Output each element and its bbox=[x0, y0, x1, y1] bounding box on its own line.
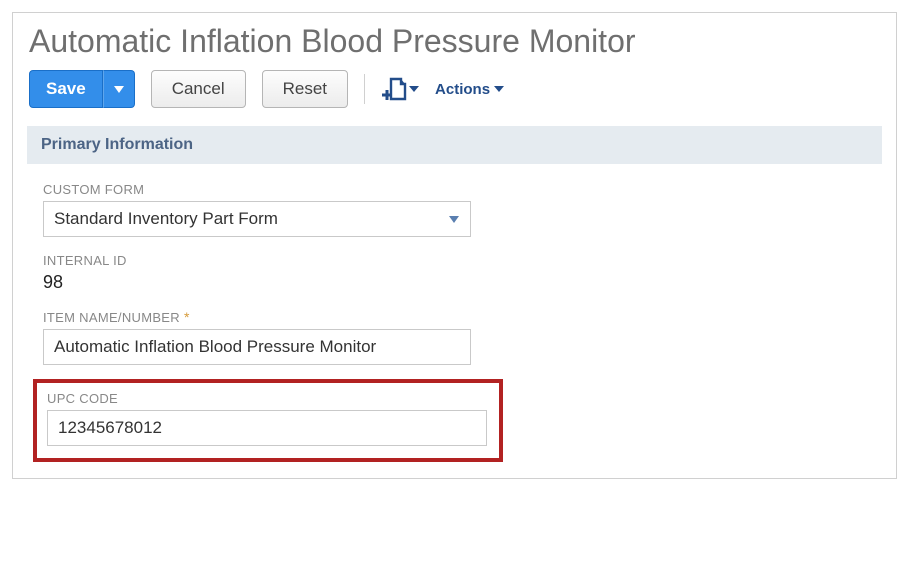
item-name-label: ITEM NAME/NUMBER * bbox=[43, 309, 880, 325]
section-heading-primary-info: Primary Information bbox=[27, 126, 882, 164]
internal-id-label: INTERNAL ID bbox=[43, 253, 880, 268]
custom-form-select[interactable]: Standard Inventory Part Form bbox=[43, 201, 471, 237]
toolbar-divider bbox=[364, 74, 365, 104]
triangle-down-icon bbox=[409, 85, 419, 93]
actions-label: Actions bbox=[435, 81, 490, 98]
cancel-button[interactable]: Cancel bbox=[151, 70, 246, 108]
record-form-container: Automatic Inflation Blood Pressure Monit… bbox=[12, 12, 897, 479]
field-internal-id: INTERNAL ID 98 bbox=[43, 253, 880, 293]
item-name-label-text: ITEM NAME/NUMBER bbox=[43, 310, 180, 325]
actions-menu[interactable]: Actions bbox=[435, 81, 504, 98]
form-body: CUSTOM FORM Standard Inventory Part Form… bbox=[29, 182, 880, 462]
custom-form-label: CUSTOM FORM bbox=[43, 182, 880, 197]
internal-id-value: 98 bbox=[43, 272, 880, 293]
item-name-input[interactable] bbox=[43, 329, 471, 365]
upc-code-highlight: UPC CODE bbox=[33, 379, 503, 462]
save-dropdown-button[interactable] bbox=[103, 70, 135, 108]
upc-code-input[interactable] bbox=[47, 410, 487, 446]
save-button[interactable]: Save bbox=[29, 70, 103, 108]
new-document-plus-icon bbox=[381, 76, 407, 102]
field-custom-form: CUSTOM FORM Standard Inventory Part Form bbox=[43, 182, 880, 237]
triangle-down-icon bbox=[494, 85, 504, 93]
new-record-button[interactable] bbox=[381, 76, 419, 102]
page-title: Automatic Inflation Blood Pressure Monit… bbox=[29, 23, 880, 60]
upc-code-label: UPC CODE bbox=[47, 391, 489, 406]
required-asterisk-icon: * bbox=[184, 309, 190, 325]
triangle-down-icon bbox=[113, 84, 125, 94]
custom-form-value: Standard Inventory Part Form bbox=[54, 209, 278, 229]
save-button-group: Save bbox=[29, 70, 135, 108]
toolbar: Save Cancel Reset Actions bbox=[29, 70, 880, 108]
field-item-name: ITEM NAME/NUMBER * bbox=[43, 309, 880, 365]
reset-button[interactable]: Reset bbox=[262, 70, 348, 108]
chevron-down-icon bbox=[448, 214, 460, 224]
